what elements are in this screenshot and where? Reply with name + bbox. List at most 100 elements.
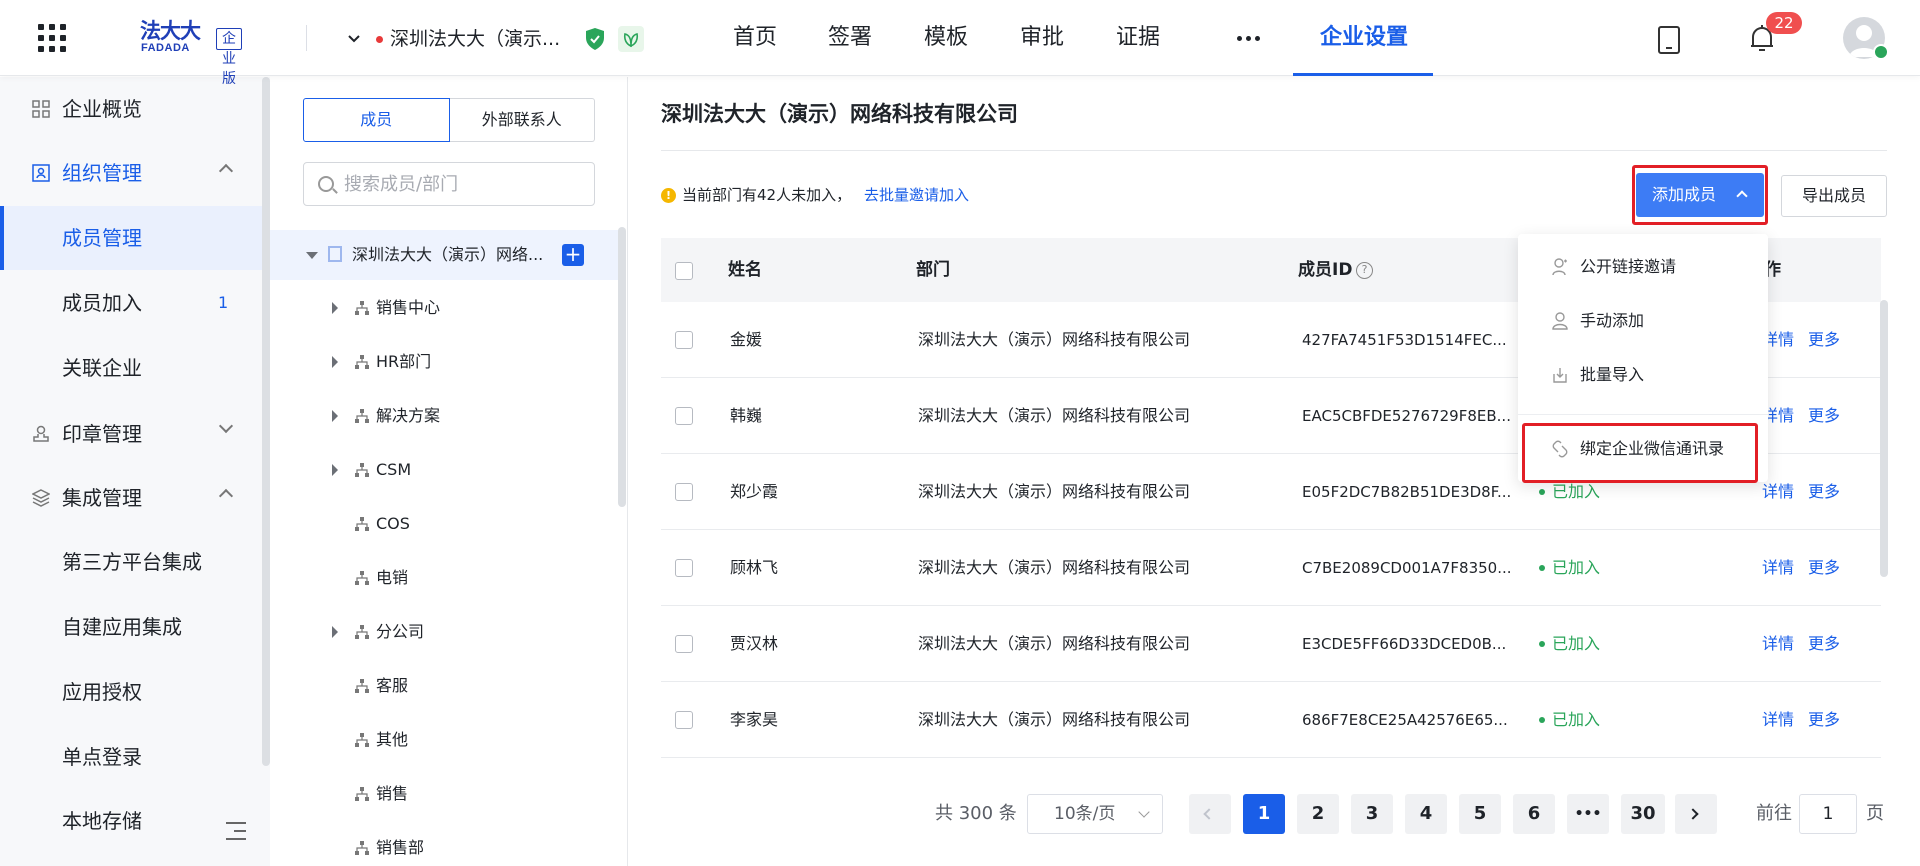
nav-enterprise-settings[interactable]: 企业设置 (1320, 0, 1408, 76)
tree-scrollbar[interactable] (618, 227, 626, 507)
company-name[interactable]: 深圳法大大（演示... (390, 26, 560, 52)
row-checkbox[interactable] (675, 331, 693, 349)
help-icon[interactable]: ? (1356, 262, 1373, 279)
prev-page-button[interactable] (1189, 794, 1231, 834)
tree-item-label: 销售中心 (376, 298, 441, 317)
status-dot (376, 36, 383, 43)
status-dot (1539, 641, 1545, 647)
export-members-button[interactable]: 导出成员 (1781, 175, 1887, 217)
more-link[interactable]: 更多 (1808, 556, 1840, 580)
sidebar-item-label: 集成管理 (62, 486, 142, 510)
goto-page-input[interactable] (1799, 794, 1857, 834)
more-link[interactable]: 更多 (1808, 632, 1840, 656)
row-checkbox[interactable] (675, 711, 693, 729)
tab-members[interactable]: 成员 (303, 98, 450, 142)
expand-arrow-icon[interactable] (332, 410, 338, 422)
menu-item-public-link[interactable]: 公开链接邀请 (1518, 244, 1768, 290)
expand-arrow-icon[interactable] (306, 252, 318, 259)
page-button-1[interactable]: 1 (1243, 794, 1285, 834)
detail-link[interactable]: 详情 (1762, 632, 1794, 656)
more-link[interactable]: 更多 (1808, 480, 1840, 504)
tree-item[interactable]: 销售部 (270, 821, 610, 866)
tab-external-contacts[interactable]: 外部联系人 (449, 98, 595, 142)
expand-arrow-icon[interactable] (332, 356, 338, 368)
menu-item-batch-import[interactable]: 批量导入 (1518, 352, 1768, 398)
menu-item-bind-wecom[interactable]: 绑定企业微信通讯录 (1518, 426, 1768, 472)
select-all-checkbox[interactable] (675, 262, 693, 280)
expand-arrow-icon[interactable] (332, 464, 338, 476)
more-link[interactable]: 更多 (1808, 708, 1840, 732)
tree-item[interactable]: CSM (270, 443, 610, 497)
more-link[interactable]: 更多 (1808, 328, 1840, 352)
company-switcher[interactable] (346, 24, 362, 54)
row-checkbox[interactable] (675, 483, 693, 501)
tree-item[interactable]: 客服 (270, 659, 610, 713)
tree-item[interactable]: 销售中心 (270, 281, 610, 335)
expand-arrow-icon[interactable] (332, 302, 338, 314)
add-member-button[interactable]: 添加成员 (1636, 173, 1764, 217)
tree-item[interactable]: 电销 (270, 551, 610, 605)
page-button-30[interactable]: 30 (1621, 794, 1665, 834)
row-checkbox[interactable] (675, 559, 693, 577)
sidebar-item-custom-app[interactable]: 自建应用集成 (0, 595, 262, 659)
row-checkbox[interactable] (675, 407, 693, 425)
sidebar-item-app-auth[interactable]: 应用授权 (0, 660, 262, 724)
sidebar-group-seal[interactable]: 印章管理 (0, 402, 262, 466)
tree-item[interactable]: COS (270, 497, 610, 551)
sidebar-item-label: 成员管理 (62, 226, 142, 250)
goto-suffix: 页 (1866, 803, 1884, 824)
page-button-2[interactable]: 2 (1297, 794, 1339, 834)
leaf-icon[interactable] (618, 26, 644, 52)
sidebar-item-member-join[interactable]: 成员加入 1 (0, 271, 262, 335)
tree-item[interactable]: 销售 (270, 767, 610, 821)
page-button-6[interactable]: 6 (1513, 794, 1555, 834)
detail-link[interactable]: 详情 (1762, 708, 1794, 732)
nav-home[interactable]: 首页 (733, 0, 777, 76)
tree-item[interactable]: HR部门 (270, 335, 610, 389)
tree-item-label: 电销 (376, 568, 409, 587)
more-link[interactable]: 更多 (1808, 404, 1840, 428)
menu-item-manual-add[interactable]: 手动添加 (1518, 298, 1768, 344)
page-button-5[interactable]: 5 (1459, 794, 1501, 834)
search-input[interactable] (344, 163, 584, 205)
nav-template[interactable]: 模板 (924, 0, 968, 76)
tree-item[interactable]: 其他 (270, 713, 610, 767)
search-icon (318, 176, 334, 192)
page-button-3[interactable]: 3 (1351, 794, 1393, 834)
phone-icon[interactable] (1658, 26, 1680, 54)
sidebar-item-label: 第三方平台集成 (62, 550, 202, 574)
apps-grid-icon[interactable] (38, 24, 68, 54)
collapse-sidebar-icon[interactable] (226, 822, 246, 840)
page-size-select[interactable]: 10条/页 (1027, 794, 1163, 834)
detail-link[interactable]: 详情 (1762, 480, 1794, 504)
sidebar-item-affiliated[interactable]: 关联企业 (0, 336, 262, 400)
shield-check-icon[interactable] (584, 27, 606, 51)
detail-link[interactable]: 详情 (1762, 556, 1794, 580)
page-button-4[interactable]: 4 (1405, 794, 1447, 834)
page-title: 深圳法大大（演示）网络科技有限公司 (661, 102, 1018, 126)
nav-evidence[interactable]: 证据 (1116, 0, 1160, 76)
pending-count-badge: 1 (218, 293, 229, 312)
sidebar-group-integration[interactable]: 集成管理 (0, 466, 262, 530)
table-scrollbar[interactable] (1880, 300, 1888, 577)
sidebar-item-third-party[interactable]: 第三方平台集成 (0, 530, 262, 594)
nav-approval[interactable]: 审批 (1020, 0, 1064, 76)
chevron-up-icon (218, 163, 234, 179)
row-checkbox[interactable] (675, 635, 693, 653)
tree-item[interactable]: 解决方案 (270, 389, 610, 443)
batch-invite-link[interactable]: 去批量邀请加入 (864, 183, 969, 207)
tree-item[interactable]: 分公司 (270, 605, 610, 659)
sidebar-group-org[interactable]: 组织管理 (0, 141, 262, 205)
sidebar-item-local-storage[interactable]: 本地存储 (0, 789, 262, 853)
sidebar-item-sso[interactable]: 单点登录 (0, 725, 262, 789)
sidebar-scrollbar[interactable] (262, 77, 270, 766)
next-page-button[interactable] (1675, 794, 1717, 834)
tree-root-company[interactable]: 深圳法大大（演示）网络... + (270, 230, 620, 280)
expand-arrow-icon[interactable] (332, 626, 338, 638)
page-ellipsis-button[interactable]: ••• (1567, 794, 1609, 834)
add-department-button[interactable]: + (562, 244, 584, 266)
nav-more-icon[interactable] (1237, 36, 1263, 44)
sidebar-item-member-management[interactable]: 成员管理 (0, 206, 262, 270)
sidebar-item-label: 组织管理 (62, 161, 142, 185)
nav-sign[interactable]: 签署 (828, 0, 872, 76)
